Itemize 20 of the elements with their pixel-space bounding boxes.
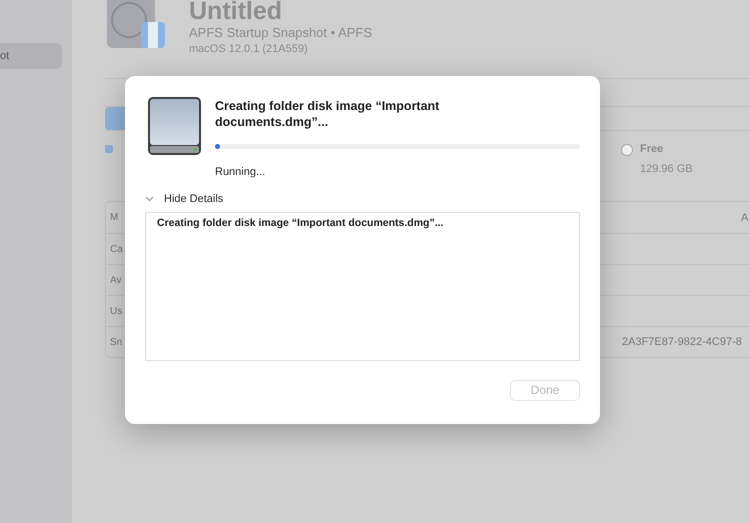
- details-toggle[interactable]: Hide Details: [145, 193, 224, 205]
- sidebar-item[interactable]: ot: [0, 43, 62, 69]
- table-cell: 2A3F7E87-9822-4C97-8: [622, 336, 742, 348]
- legend-label: Free: [640, 143, 664, 155]
- external-drive-icon: [145, 96, 204, 157]
- legend-value: 129.96 GB: [640, 163, 693, 175]
- volume-subtitle: APFS Startup Snapshot • APFS: [189, 25, 372, 40]
- table-cell: Sn: [110, 336, 122, 348]
- os-version: macOS 12.0.1 (21A559): [189, 43, 309, 55]
- dialog-title: Creating folder disk image “Important documents.dmg”...: [215, 98, 440, 130]
- table-cell: A: [741, 212, 748, 224]
- log-text: Creating folder disk image “Important documents.dmg”...: [157, 217, 444, 229]
- table-cell: Ca: [110, 244, 123, 254]
- legend-swatch: [105, 145, 113, 153]
- status-text: Running...: [215, 166, 266, 178]
- table-cell: Av: [110, 274, 122, 286]
- table-cell: Us: [110, 306, 122, 316]
- volume-title: Untitled: [189, 0, 284, 25]
- table-cell: M: [110, 212, 118, 223]
- chevron-icon: [145, 196, 154, 202]
